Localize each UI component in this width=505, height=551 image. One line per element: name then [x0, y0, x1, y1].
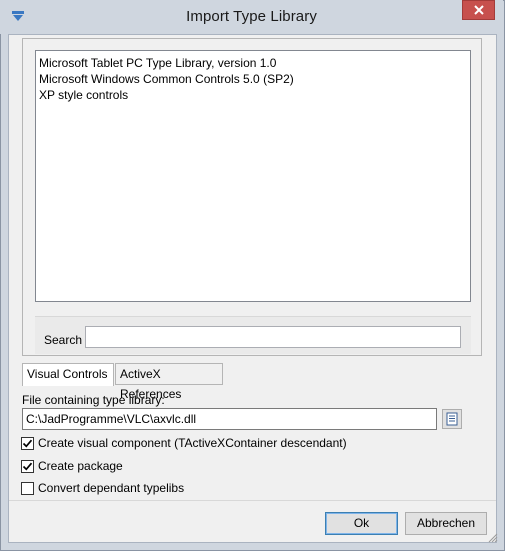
- window-title: Import Type Library: [186, 8, 317, 25]
- search-label: Search: [44, 333, 83, 347]
- close-button[interactable]: [462, 0, 495, 20]
- browse-button[interactable]: [442, 409, 462, 429]
- option-convert-dependant-typelibs[interactable]: Convert dependant typelibs: [21, 481, 184, 495]
- type-library-list[interactable]: Microsoft Tablet PC Type Library, versio…: [35, 50, 471, 302]
- cancel-button[interactable]: Abbrechen: [405, 512, 487, 535]
- checkbox[interactable]: [21, 481, 34, 495]
- search-area: Search: [35, 316, 471, 354]
- list-item[interactable]: XP style controls: [39, 87, 467, 103]
- list-item[interactable]: Microsoft Tablet PC Type Library, versio…: [39, 55, 467, 71]
- option-create-package[interactable]: Create package: [21, 459, 123, 473]
- tab-activex-references[interactable]: ActiveX References: [115, 363, 223, 401]
- button-bar-separator: [9, 500, 496, 501]
- option-label: Convert dependant typelibs: [38, 481, 185, 495]
- checkmark-icon: [22, 439, 33, 448]
- checkmark-icon: [22, 462, 33, 471]
- resize-grip-icon[interactable]: [488, 533, 498, 543]
- checkbox[interactable]: [21, 459, 34, 473]
- ok-button[interactable]: Ok: [325, 512, 398, 535]
- tab-visual-controls[interactable]: Visual Controls: [22, 363, 114, 386]
- list-item[interactable]: Microsoft Windows Common Controls 5.0 (S…: [39, 71, 467, 87]
- browse-icon: [446, 412, 458, 426]
- title-bar[interactable]: Import Type Library: [0, 0, 503, 34]
- option-label: Create visual component (TActiveXContain…: [38, 436, 347, 450]
- checkbox[interactable]: [21, 436, 34, 450]
- file-path-input[interactable]: C:\JadProgramme\VLC\axvlc.dll: [22, 408, 437, 430]
- option-label: Create package: [38, 459, 123, 473]
- file-label: File containing type library:: [22, 393, 165, 407]
- option-create-visual-component[interactable]: Create visual component (TActiveXContain…: [21, 436, 347, 450]
- search-input[interactable]: [85, 326, 461, 348]
- close-icon: [473, 5, 484, 15]
